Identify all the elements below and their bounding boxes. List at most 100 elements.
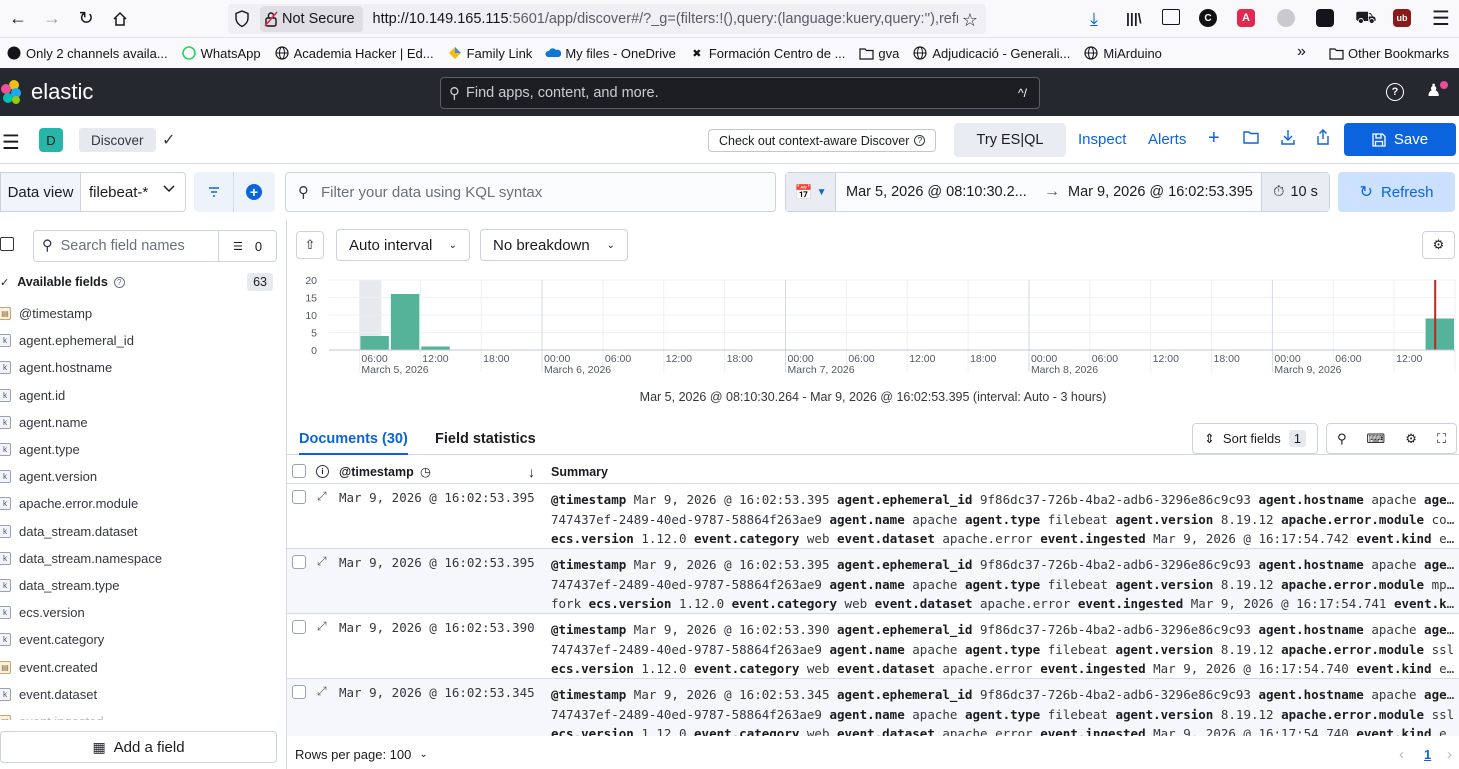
breakdown-select[interactable]: No breakdown ⌄ xyxy=(480,229,628,261)
extensions-puzzle-icon[interactable]: ⛟ xyxy=(1355,8,1376,30)
field-item[interactable]: k agent.type xyxy=(0,436,287,463)
chart-options-icon[interactable]: ⚙ xyxy=(1422,231,1455,259)
other-bookmarks[interactable]: Other Bookmarks xyxy=(1328,45,1449,61)
save-button[interactable]: Save xyxy=(1344,123,1456,156)
timestamp-column-header[interactable]: @timestamp xyxy=(339,465,414,479)
url-bar[interactable]: Not Secure http://10.149.165.115:5601/ap… xyxy=(228,4,986,34)
row-checkbox[interactable] xyxy=(292,685,306,699)
security-indicator[interactable]: Not Secure xyxy=(260,6,363,32)
field-filter-button[interactable]: ☰ 0 xyxy=(218,231,276,261)
news-feed-icon[interactable]: ♟ xyxy=(1426,81,1441,101)
hide-chart-icon[interactable]: ⇧ xyxy=(296,231,324,259)
data-view-picker[interactable]: Data view filebeat-* xyxy=(0,172,186,212)
select-all-checkbox[interactable] xyxy=(292,464,306,478)
field-item[interactable]: k event.category xyxy=(0,626,287,653)
end-date[interactable]: Mar 9, 2026 @ 16:02:53.395 xyxy=(1068,184,1253,200)
url-text[interactable]: http://10.149.165.115:5601/app/discover#… xyxy=(373,11,958,27)
bookmark-item[interactable]: Family Link xyxy=(447,45,532,61)
tab-field-statistics[interactable]: Field statistics xyxy=(435,431,536,447)
inspect-link[interactable]: Inspect xyxy=(1078,131,1126,148)
field-item[interactable]: ▤ @timestamp xyxy=(0,300,287,327)
bookmark-item[interactable]: ✖ Formación Centro de ... xyxy=(689,45,845,61)
quick-menu-button[interactable]: 📅 ▼ xyxy=(786,173,836,211)
rows-per-page[interactable]: Rows per page: 100 xyxy=(295,747,411,762)
search-icon[interactable]: ⚲ xyxy=(1337,431,1347,447)
field-item[interactable]: k agent.id xyxy=(0,382,287,409)
share-icon[interactable] xyxy=(1316,129,1330,145)
field-item[interactable]: k ecs.version xyxy=(0,599,287,626)
elastic-wordmark[interactable]: elastic xyxy=(31,79,93,105)
library-icon[interactable]: |||\ xyxy=(1126,10,1142,26)
home-icon[interactable] xyxy=(103,2,137,36)
menu-icon[interactable]: ☰ xyxy=(1432,6,1450,31)
prev-page-icon[interactable]: ‹ xyxy=(1399,746,1404,763)
reload-icon[interactable]: ↻ xyxy=(69,2,103,36)
bookmark-item[interactable]: Adjudicació - Generali... xyxy=(912,45,1070,61)
field-item[interactable]: k event.dataset xyxy=(0,681,287,708)
star-icon[interactable]: ☆ xyxy=(962,10,978,31)
summary-column-header[interactable]: Summary xyxy=(551,465,608,479)
field-item[interactable]: k agent.ephemeral_id xyxy=(0,327,287,354)
new-icon[interactable]: + xyxy=(1208,127,1220,150)
bookmark-item[interactable]: Only 2 channels availa... xyxy=(6,45,168,61)
row-checkbox[interactable] xyxy=(292,620,306,634)
filter-menu-icon[interactable] xyxy=(194,172,234,212)
available-fields-header[interactable]: ✓ Available fields ? 63 xyxy=(0,270,287,294)
expand-icon[interactable]: ⤢ xyxy=(317,489,327,504)
shield-icon[interactable] xyxy=(234,10,250,28)
sidebar-icon[interactable] xyxy=(1162,9,1180,25)
elastic-logo-icon[interactable] xyxy=(0,79,24,105)
forward-icon[interactable]: → xyxy=(35,2,69,36)
sort-fields-button[interactable]: ⇕ Sort fields 1 xyxy=(1192,423,1318,454)
bookmark-item[interactable]: gva xyxy=(858,45,899,61)
add-field-button[interactable]: ▦ Add a field xyxy=(0,731,277,763)
expand-icon[interactable]: ⤢ xyxy=(317,684,327,699)
field-item[interactable]: k agent.name xyxy=(0,409,287,436)
next-page-icon[interactable]: › xyxy=(1447,746,1452,763)
download-icon[interactable] xyxy=(1280,129,1296,145)
add-filter-icon[interactable]: + xyxy=(234,172,274,212)
page-number[interactable]: 1 xyxy=(1424,747,1431,762)
alerts-link[interactable]: Alerts xyxy=(1148,131,1186,148)
download-icon[interactable]: ⤓ xyxy=(1090,9,1098,30)
ublock-icon[interactable]: ub xyxy=(1393,9,1411,27)
row-checkbox[interactable] xyxy=(292,555,306,569)
field-item[interactable]: k agent.hostname xyxy=(0,354,287,381)
expand-icon[interactable]: ⤢ xyxy=(317,619,327,634)
field-item[interactable]: k data_stream.type xyxy=(0,572,287,599)
field-item[interactable]: k data_stream.dataset xyxy=(0,518,287,545)
tab-documents[interactable]: Documents (30) xyxy=(299,431,408,455)
context-aware-button[interactable]: Check out context-aware Discover ? xyxy=(708,129,937,152)
field-item[interactable]: ▤ event.created xyxy=(0,653,287,680)
open-folder-icon[interactable] xyxy=(1243,130,1260,144)
interval-select[interactable]: Auto interval ⌄ xyxy=(336,229,470,261)
bookmark-item[interactable]: MiArduino xyxy=(1083,45,1162,61)
auto-refresh-button[interactable]: ⏱ 10 s xyxy=(1261,173,1329,211)
bookmark-item[interactable]: WhatsApp xyxy=(181,45,261,61)
fullscreen-icon[interactable]: ⛶ xyxy=(1437,431,1446,447)
help-icon[interactable]: ? xyxy=(1386,83,1404,101)
table-row[interactable]: ⤢ Mar 9, 2026 @ 16:02:53.395 @timestamp Ma… xyxy=(287,484,1459,549)
try-esql-button[interactable]: Try ES|QL xyxy=(954,123,1066,157)
field-item[interactable]: k data_stream.namespace xyxy=(0,545,287,572)
global-search-input[interactable]: ⚲ Find apps, content, and more. ^/ xyxy=(440,77,1040,109)
extension-grey-icon[interactable] xyxy=(1277,9,1295,27)
field-item[interactable]: k agent.version xyxy=(0,463,287,490)
chevron-down-icon[interactable]: ⌄ xyxy=(419,749,427,760)
chevron-more-icon[interactable]: » xyxy=(1297,43,1306,61)
table-row[interactable]: ⤢ Mar 9, 2026 @ 16:02:53.345 @timestamp Ma… xyxy=(287,679,1459,736)
extension-a-icon[interactable]: A xyxy=(1237,9,1255,27)
space-badge[interactable]: D xyxy=(39,128,63,152)
collapse-sidebar-icon[interactable] xyxy=(0,237,14,251)
extension-c-icon[interactable]: C xyxy=(1199,9,1217,27)
field-search-input[interactable]: ⚲ Search field names ☰ 0 xyxy=(33,230,277,262)
back-icon[interactable]: ← xyxy=(1,2,35,36)
info-icon[interactable]: i xyxy=(316,465,329,478)
kql-search-input[interactable]: ⚲ Filter your data using KQL syntax xyxy=(285,172,776,212)
hamburger-menu-icon[interactable]: ☰ xyxy=(2,130,20,155)
refresh-button[interactable]: ↻ Refresh xyxy=(1338,172,1455,212)
breadcrumb[interactable]: Discover xyxy=(79,128,156,152)
sort-desc-icon[interactable]: ↓ xyxy=(528,464,535,480)
start-date[interactable]: Mar 5, 2026 @ 08:10:30.2... xyxy=(846,184,1036,200)
bookmark-item[interactable]: My files - OneDrive xyxy=(545,45,676,61)
